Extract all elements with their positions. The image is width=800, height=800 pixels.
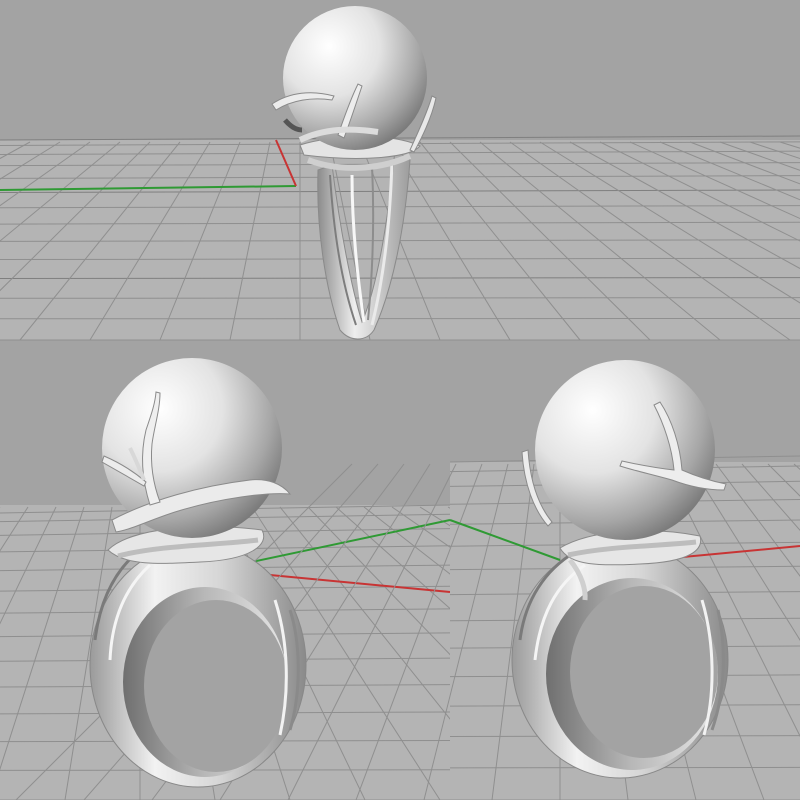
pearl bbox=[535, 360, 715, 540]
pearl bbox=[102, 358, 282, 538]
viewport-scene: (function () { var NS = "http://www.w3.o… bbox=[0, 0, 800, 800]
